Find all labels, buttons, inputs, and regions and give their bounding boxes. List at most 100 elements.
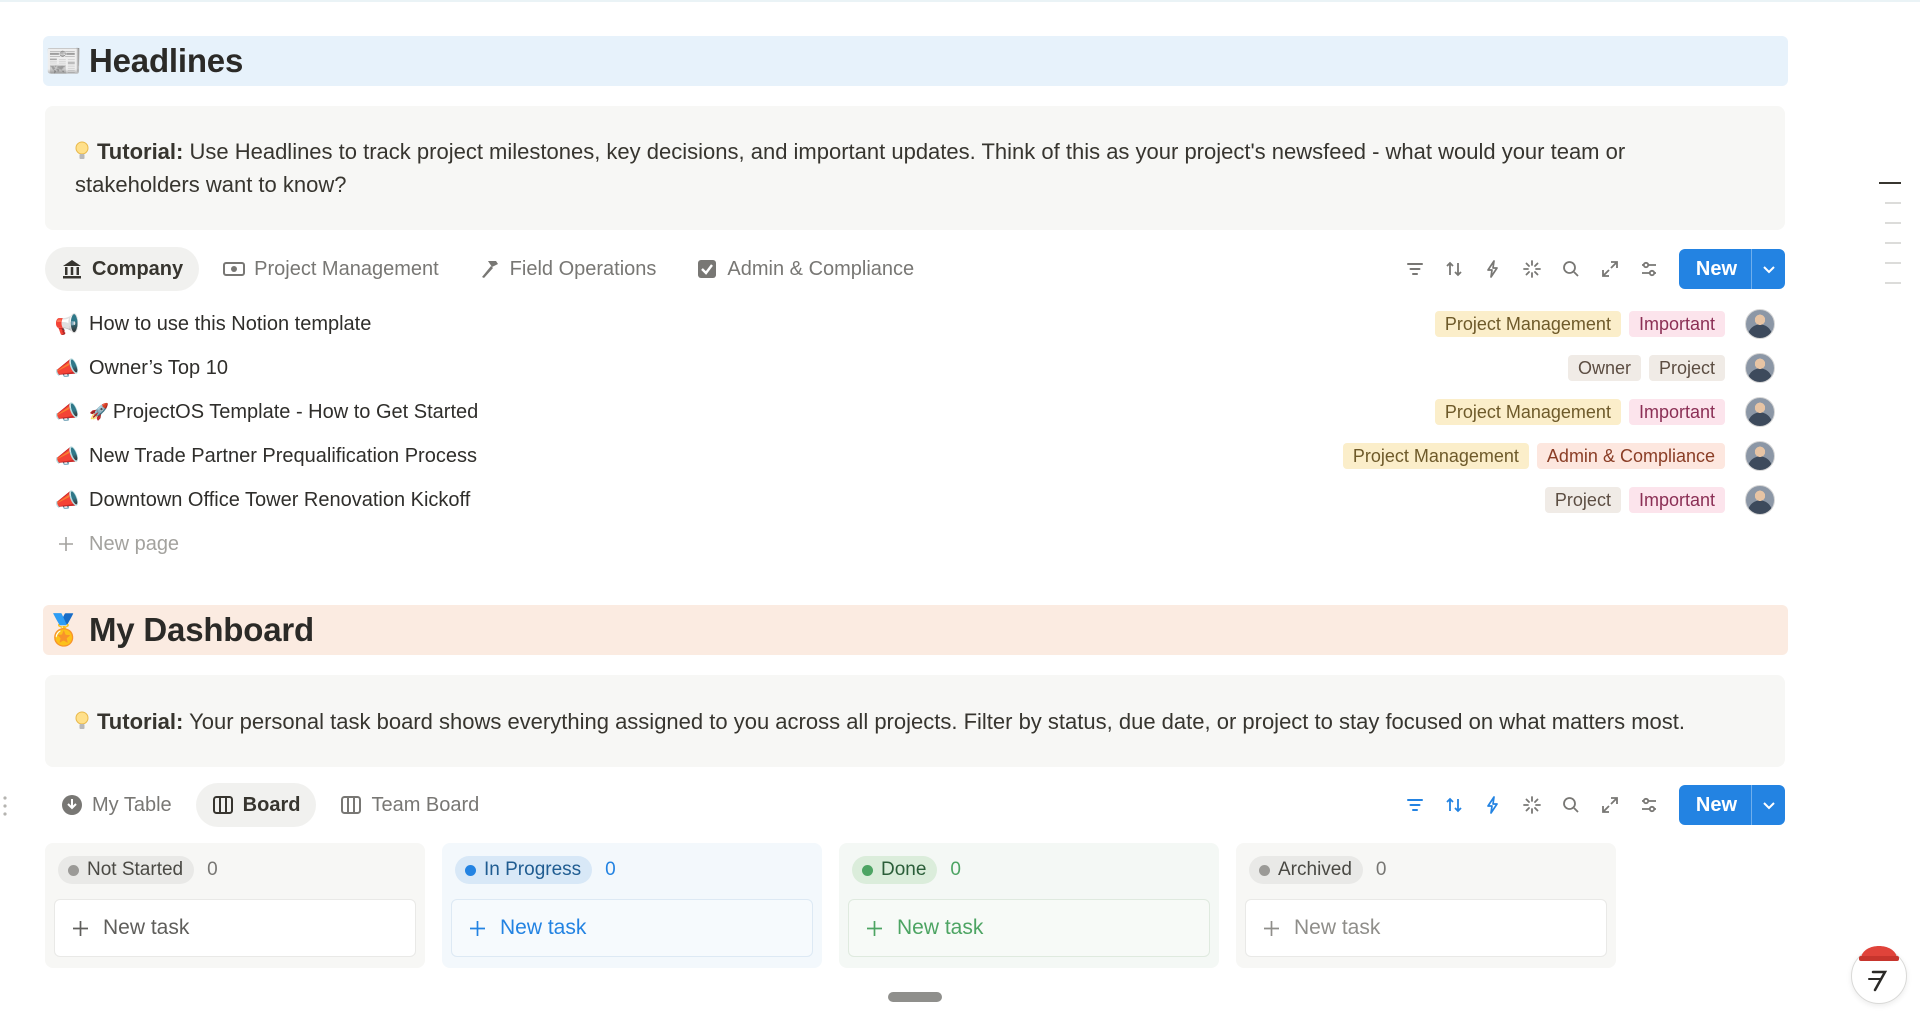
tab-company[interactable]: Company: [45, 247, 200, 291]
tag-badge: Important: [1628, 399, 1725, 425]
settings-sliders-icon[interactable]: [1630, 250, 1669, 288]
loading-sparkle-icon[interactable]: [1513, 786, 1552, 824]
item-title: Owner’s Top 10: [89, 356, 228, 379]
list-item[interactable]: 📢 How to use this Notion template Projec…: [45, 302, 1785, 346]
column-count: 0: [950, 859, 961, 880]
tag-list: Owner Project: [1567, 355, 1725, 381]
headlines-title[interactable]: Headlines: [89, 42, 243, 80]
tab-admin-compliance[interactable]: Admin & Compliance: [680, 247, 930, 291]
new-task-button[interactable]: New task: [451, 899, 813, 957]
table-circle-icon: [61, 794, 83, 816]
new-button[interactable]: New: [1679, 249, 1751, 289]
list-item[interactable]: 📣 New Trade Partner Prequalification Pro…: [45, 434, 1785, 478]
new-task-label: New task: [500, 916, 587, 939]
outline-line[interactable]: [1885, 262, 1901, 264]
expand-icon[interactable]: [1591, 786, 1630, 824]
filter-icon[interactable]: [1396, 786, 1435, 824]
tag-list: Project Management Admin & Compliance: [1342, 443, 1725, 469]
avatar[interactable]: [1745, 485, 1775, 515]
sort-icon[interactable]: [1435, 786, 1474, 824]
tag-list: Project Management Important: [1434, 311, 1725, 337]
status-label: Done: [881, 859, 927, 880]
headlines-toolbar: New: [1396, 249, 1785, 289]
tag-badge: Important: [1628, 487, 1725, 513]
loading-sparkle-icon[interactable]: [1513, 250, 1552, 288]
tab-field-operations[interactable]: Field Operations: [463, 247, 673, 291]
status-label: In Progress: [484, 859, 582, 880]
expand-icon[interactable]: [1591, 250, 1630, 288]
new-button-group: New: [1678, 249, 1785, 289]
dashboard-toolbar: New: [1396, 785, 1785, 825]
tab-label: Project Management: [254, 257, 439, 280]
new-button-group: New: [1678, 785, 1785, 825]
lightning-icon[interactable]: [1474, 250, 1513, 288]
tutorial-label: Tutorial:: [97, 708, 184, 734]
rocket-icon: 🚀: [89, 404, 109, 421]
board-column-not-started: Not Started 0 New task: [45, 843, 425, 968]
tag-badge: Owner: [1567, 355, 1641, 381]
status-badge[interactable]: Not Started: [58, 856, 195, 884]
item-title: New Trade Partner Prequalification Proce…: [89, 444, 477, 467]
dashboard-title[interactable]: My Dashboard: [89, 611, 314, 649]
notion-mascot-icon[interactable]: [1851, 932, 1907, 1004]
new-button[interactable]: New: [1679, 785, 1751, 825]
tutorial-label: Tutorial:: [97, 139, 184, 164]
list-item[interactable]: 📣 Downtown Office Tower Renovation Kicko…: [45, 478, 1785, 522]
avatar[interactable]: [1745, 397, 1775, 427]
new-task-button[interactable]: New task: [848, 899, 1210, 957]
tag-badge: Project Management: [1342, 443, 1529, 469]
new-task-button[interactable]: New task: [1245, 899, 1607, 957]
plus-icon: [59, 537, 73, 551]
search-icon[interactable]: [1552, 786, 1591, 824]
chevron-down-icon[interactable]: [1751, 785, 1785, 825]
tutorial-text: Your personal task board shows everythin…: [183, 708, 1686, 734]
outline-line[interactable]: [1885, 222, 1901, 224]
page-outline[interactable]: [1879, 182, 1901, 302]
item-title: Downtown Office Tower Renovation Kickoff: [89, 488, 471, 511]
megaphone-icon: 📢: [54, 313, 80, 336]
kanban-board: Not Started 0 New task In Progress 0 New…: [45, 843, 1616, 968]
status-badge[interactable]: Archived: [1249, 856, 1363, 884]
avatar[interactable]: [1745, 309, 1775, 339]
lightning-icon[interactable]: [1474, 786, 1513, 824]
megaphone-icon: 📣: [54, 445, 80, 468]
column-count: 0: [605, 859, 616, 880]
list-item[interactable]: 📣 🚀 ProjectOS Template - How to Get Star…: [45, 390, 1785, 434]
status-label: Not Started: [87, 859, 184, 880]
avatar[interactable]: [1745, 441, 1775, 471]
sort-icon[interactable]: [1435, 250, 1474, 288]
outline-line[interactable]: [1879, 182, 1901, 184]
list-item[interactable]: 📣 Owner’s Top 10 Owner Project: [45, 346, 1785, 390]
tag-badge: Project: [1544, 487, 1621, 513]
drag-handle-icon[interactable]: [2, 794, 8, 818]
outline-line[interactable]: [1885, 202, 1901, 204]
tutorial-text: Use Headlines to track project milestone…: [75, 139, 1626, 197]
new-task-button[interactable]: New task: [54, 899, 416, 957]
filter-icon[interactable]: [1396, 250, 1435, 288]
search-icon[interactable]: [1552, 250, 1591, 288]
new-page-button[interactable]: New page: [45, 522, 1785, 566]
plus-icon: [470, 920, 485, 936]
status-dot: [465, 864, 476, 876]
settings-sliders-icon[interactable]: [1630, 786, 1669, 824]
outline-line[interactable]: [1885, 242, 1901, 244]
avatar[interactable]: [1745, 353, 1775, 383]
outline-line[interactable]: [1885, 282, 1901, 284]
tab-project-management[interactable]: Project Management: [207, 247, 455, 291]
tab-label: My Table: [92, 793, 172, 816]
plus-icon: [73, 920, 88, 936]
checkbox-icon: [696, 258, 718, 280]
tab-board[interactable]: Board: [195, 783, 317, 827]
headlines-list: 📢 How to use this Notion template Projec…: [45, 302, 1785, 566]
status-badge[interactable]: In Progress: [455, 856, 593, 884]
dashboard-view-tabs: My Table Board Team Board: [45, 783, 495, 827]
tab-team-board[interactable]: Team Board: [324, 783, 495, 827]
tag-list: Project Management Important: [1434, 399, 1725, 425]
tab-my-table[interactable]: My Table: [45, 783, 188, 827]
column-header: Not Started 0: [54, 855, 416, 885]
megaphone-icon: 📣: [54, 401, 80, 424]
chevron-down-icon[interactable]: [1751, 249, 1785, 289]
plus-icon: [1264, 920, 1279, 936]
horizontal-scrollbar[interactable]: [888, 992, 942, 1002]
status-badge[interactable]: Done: [852, 856, 938, 884]
